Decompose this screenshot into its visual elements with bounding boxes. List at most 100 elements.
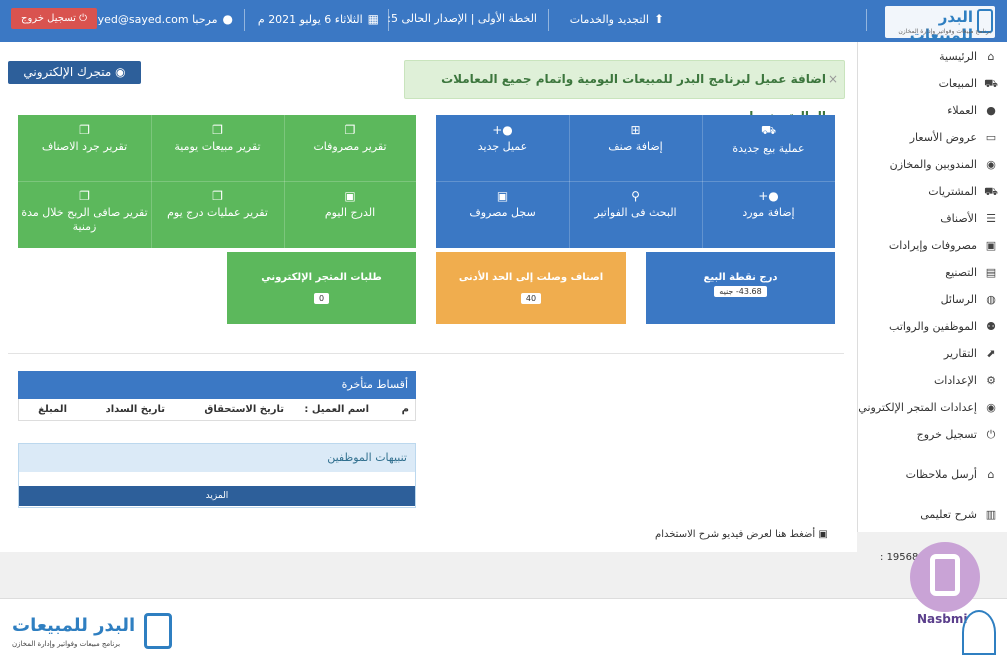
sidebar-item-feedback[interactable]: ⌂أرسل ملاحظات <box>906 465 999 485</box>
col-payment-date: تاريخ السداد <box>105 404 165 415</box>
list-icon: ☰ <box>986 212 996 225</box>
cart-icon: ⛟ <box>984 77 998 90</box>
arrow-up-icon: ⬆ <box>653 12 664 26</box>
user-icon: ● <box>222 12 233 26</box>
watermark-text: Nasbmi <box>917 612 968 626</box>
sidebar-item-sales[interactable]: ⛟المبيعات <box>939 74 999 94</box>
film-icon: ▣ <box>815 529 828 540</box>
sidebar-item-customers[interactable]: ●العملاء <box>947 101 999 121</box>
sidebar-item-quotes[interactable]: ▭عروض الأسعار <box>910 128 999 148</box>
copy-icon: ❐ <box>79 123 90 137</box>
money-icon: ▣ <box>496 189 509 203</box>
add-supplier-tile[interactable]: ●+ إضافة مورد <box>702 181 835 248</box>
sidebar-item-home[interactable]: ⌂الرئيسية <box>939 47 999 67</box>
panel-title: أقساط متأخرة <box>18 371 416 399</box>
plan-info: الخطة الأولى | الإصدار الحالى 5: <box>387 12 537 25</box>
footer: البدر للمبيعات برنامج مبيعات وفواتير وإد… <box>0 598 1007 659</box>
calendar-icon: ▦ <box>367 12 379 26</box>
user-icon: ● <box>986 104 996 117</box>
record-expense-tile[interactable]: ▣ سجل مصروف <box>436 181 569 248</box>
sidebar-item-purchases[interactable]: ⛟المشتريات <box>928 182 999 202</box>
logout-button[interactable]: ⏻ تسجيل خروج <box>11 8 97 29</box>
new-sale-tile[interactable]: ⛟ عملية بيع جديدة <box>702 115 835 181</box>
sidebar-item-employees[interactable]: ⚉الموظفين والرواتب <box>889 317 999 337</box>
cart-icon: ⛟ <box>984 185 998 198</box>
money-icon: ▣ <box>985 239 997 252</box>
panel-title: تنبيهات الموظفين <box>19 444 415 472</box>
sidebar-item-manufacturing[interactable]: ▤التصنيع <box>945 263 999 283</box>
expenses-report-tile[interactable]: ❐ تقرير مصروفات <box>284 115 416 181</box>
card-icon: ▭ <box>985 131 997 144</box>
gears-icon: ⚙ <box>986 374 996 387</box>
pos-drawer-card[interactable]: درج نقطة البيع 43.68- جنيه <box>646 252 835 324</box>
col-due-date: تاريخ الاستحقاق <box>204 404 284 415</box>
pos-drawer-value: 43.68- جنيه <box>714 286 767 297</box>
pos-drawer-label: درج نقطة البيع <box>703 272 778 283</box>
daily-sales-report-tile[interactable]: ❐ تقرير مبيعات يومية <box>151 115 284 181</box>
installments-table-header: م اسم العميل : تاريخ الاستحقاق تاريخ الس… <box>18 399 416 421</box>
users-icon: ⚉ <box>986 320 996 333</box>
search-invoices-tile[interactable]: ⚲ البحث فى الفواتير <box>569 181 702 248</box>
brand-emblem-icon <box>962 610 996 655</box>
user-plus-icon: ●+ <box>492 123 513 137</box>
top-navbar: البدر للمبيعات برنامج مبيعات وفواتير وإد… <box>0 0 1007 44</box>
sidebar-item-tutorial[interactable]: ▥شرح تعليمى <box>920 505 999 525</box>
sidebar-item-store-settings[interactable]: ◉إعدادات المتجر الإلكتروني <box>858 398 999 418</box>
user-menu[interactable]: ●مرحبا sayed@sayed.com▾ <box>75 0 233 42</box>
copy-icon: ❐ <box>79 189 90 203</box>
store-orders-label: طلبات المتجر الإلكتروني <box>261 272 382 283</box>
success-alert: × اضافة عميل لبرنامج البدر للمبيعات اليو… <box>404 60 845 123</box>
user-plus-icon: ●+ <box>758 189 779 203</box>
sidebar-item-logout[interactable]: ⏻تسجيل خروج <box>917 425 999 445</box>
min-stock-card[interactable]: اصناف وصلت إلى الحد الأدنى 40 <box>436 252 626 324</box>
shopping-bag-icon <box>144 613 172 649</box>
sidebar-item-expenses[interactable]: ▣مصروفات وإيرادات <box>889 236 999 256</box>
brand-logo-text: البدر للمبيعات <box>909 8 973 44</box>
footer-logo-text: البدر للمبيعات <box>12 615 136 636</box>
chat-icon: ◍ <box>986 293 996 306</box>
book-icon: ▥ <box>985 508 997 521</box>
sidebar-item-reports[interactable]: ⬈التقارير <box>944 344 999 364</box>
cart-icon: ⛟ <box>760 123 777 137</box>
globe-icon: ◉ <box>986 401 996 414</box>
divider <box>8 353 844 354</box>
factory-icon: ▤ <box>985 266 997 279</box>
sidebar-item-settings[interactable]: ⚙الإعدادات <box>934 371 999 391</box>
min-stock-value: 40 <box>520 293 542 304</box>
brand-logo-subtitle: برنامج مبيعات وفواتير وإدارة المخازن <box>898 28 991 35</box>
add-item-tile[interactable]: ⊞ إضافة صنف <box>569 115 702 181</box>
net-profit-report-tile[interactable]: ❐ تقرير صافى الربح خلال مدة زمنية <box>18 181 151 248</box>
employee-alerts-panel: تنبيهات الموظفين المزيد <box>18 443 416 508</box>
alert-close-icon[interactable]: × <box>828 61 838 98</box>
drawer-operations-report-tile[interactable]: ❐ تقرير عمليات درج يوم <box>151 181 284 248</box>
chart-icon: ⬈ <box>986 347 996 360</box>
online-store-button[interactable]: ◉ متجرك الإلكتروني <box>8 61 141 84</box>
watermark-logo <box>910 542 980 612</box>
more-button[interactable]: المزيد <box>19 486 415 506</box>
footer-logo-subtitle: برنامج مبيعات وفواتير وإدارة المخازن <box>12 640 121 648</box>
store-orders-card[interactable]: طلبات المتجر الإلكتروني 0 <box>227 252 416 324</box>
home-icon: ⌂ <box>987 468 995 481</box>
power-icon: ⏻ <box>75 13 87 24</box>
inventory-report-tile[interactable]: ❐ تقرير جرد الاصناف <box>18 115 151 181</box>
globe-icon: ◉ <box>111 65 126 79</box>
brand-logo[interactable]: البدر للمبيعات برنامج مبيعات وفواتير وإد… <box>885 6 995 44</box>
power-icon: ⏻ <box>986 428 996 441</box>
renewal-link[interactable]: ⬆التجديد والخدمات <box>570 0 664 42</box>
sidebar-item-messages[interactable]: ◍الرسائل <box>941 290 999 310</box>
money-icon: ▣ <box>344 189 356 203</box>
new-customer-tile[interactable]: ●+ عميل جديد <box>436 115 569 181</box>
sidebar-item-items[interactable]: ☰الأصناف <box>940 209 999 229</box>
footer-logo[interactable]: البدر للمبيعات برنامج مبيعات وفواتير وإد… <box>10 613 175 655</box>
store-orders-value: 0 <box>313 293 330 304</box>
copy-icon: ❐ <box>212 123 223 137</box>
sidebar: ⌂الرئيسية ⛟المبيعات ●العملاء ▭عروض الأسع… <box>857 42 1007 532</box>
video-link[interactable]: ▣ أضغط هنا لعرض فيديو شرح الاستخدام <box>655 529 828 540</box>
globe-icon: ◉ <box>986 158 996 171</box>
home-icon: ⌂ <box>987 50 995 63</box>
drawer-today-tile[interactable]: ▣ الدرج اليوم <box>284 181 416 248</box>
col-customer-name: اسم العميل : <box>304 404 369 415</box>
copy-icon: ❐ <box>212 189 223 203</box>
copy-icon: ❐ <box>344 123 356 137</box>
sidebar-item-reps-stores[interactable]: ◉المندوبين والمخازن <box>890 155 999 175</box>
